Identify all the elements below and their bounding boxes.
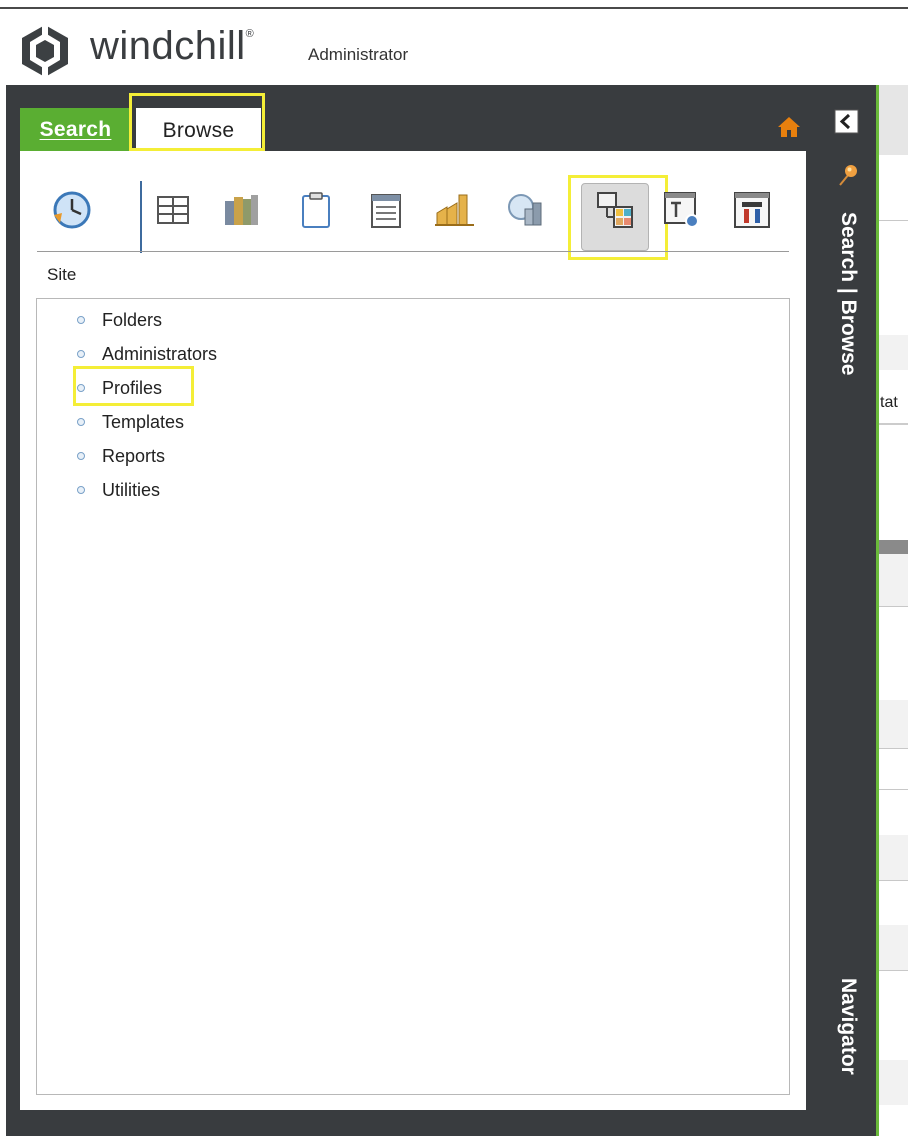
right-divider xyxy=(879,220,908,221)
app-header: windchill® Administrator xyxy=(0,9,908,85)
tree-item-reports[interactable]: Reports xyxy=(77,441,165,471)
right-divider xyxy=(879,606,908,607)
right-band xyxy=(879,85,908,155)
products-icon[interactable] xyxy=(150,187,196,233)
bullet-icon xyxy=(77,452,85,460)
toolbar-divider xyxy=(37,251,789,252)
utilities-icon[interactable] xyxy=(729,187,775,233)
right-band xyxy=(879,335,908,370)
right-divider xyxy=(879,748,908,749)
collapse-panel-icon[interactable] xyxy=(834,109,859,134)
windchill-logo-icon xyxy=(22,25,68,77)
right-divider xyxy=(879,789,908,790)
right-divider xyxy=(879,970,908,971)
bullet-icon xyxy=(77,316,85,324)
right-band xyxy=(879,540,908,554)
bullet-icon xyxy=(77,486,85,494)
right-band xyxy=(879,1060,908,1105)
bullet-icon xyxy=(77,418,85,426)
tree-item-label: Folders xyxy=(102,309,163,330)
libraries-icon[interactable] xyxy=(218,187,264,233)
tree-item-utilities[interactable]: Utilities xyxy=(77,475,160,505)
change-notices-icon[interactable] xyxy=(363,187,409,233)
user-role: Administrator xyxy=(308,45,409,64)
right-band xyxy=(879,554,908,606)
home-icon[interactable] xyxy=(776,114,802,140)
highlight-box-profiles xyxy=(73,366,194,406)
site-icon[interactable] xyxy=(659,187,705,233)
tree-item-folders[interactable]: Folders xyxy=(77,305,162,335)
tab-search[interactable]: Search xyxy=(20,108,131,151)
navigator-vertical-label[interactable]: Navigator xyxy=(836,978,860,1075)
highlight-box-organizations xyxy=(568,175,668,260)
tree-item-label: Templates xyxy=(102,411,185,432)
tree-item-label: Reports xyxy=(102,445,166,466)
tab-search-label: Search xyxy=(39,117,112,141)
site-tree: Folders Administrators Profiles Template… xyxy=(36,298,790,1095)
main-content-edge: tat xyxy=(879,85,908,1136)
right-band xyxy=(879,925,908,970)
search-browse-vertical-label[interactable]: Search | Browse xyxy=(836,212,860,375)
right-divider xyxy=(879,423,908,425)
truncated-column-label: tat xyxy=(880,394,898,411)
bullet-icon xyxy=(77,350,85,358)
projects-icon[interactable] xyxy=(293,187,339,233)
tree-item-label: Utilities xyxy=(102,479,161,500)
context-label: Site xyxy=(47,265,77,284)
recent-icon[interactable] xyxy=(48,187,94,233)
bottom-strip xyxy=(0,1136,908,1146)
right-divider xyxy=(879,880,908,881)
quality-icon[interactable] xyxy=(503,187,549,233)
app-name: windchill xyxy=(90,24,246,68)
browse-content: Site Folders Administrators Profiles Tem… xyxy=(20,151,806,1110)
tree-item-administrators[interactable]: Administrators xyxy=(77,339,217,369)
factories-icon[interactable] xyxy=(432,187,478,233)
right-band xyxy=(879,700,908,748)
tree-item-label: Administrators xyxy=(102,343,218,364)
app-logo-text: windchill® xyxy=(90,24,254,69)
right-band xyxy=(879,835,908,880)
highlight-box-browse xyxy=(129,93,265,151)
browse-toolbar xyxy=(37,165,807,260)
trademark: ® xyxy=(245,27,255,40)
pin-icon[interactable] xyxy=(836,162,860,188)
tree-item-templates[interactable]: Templates xyxy=(77,407,184,437)
toolbar-separator xyxy=(140,181,142,253)
